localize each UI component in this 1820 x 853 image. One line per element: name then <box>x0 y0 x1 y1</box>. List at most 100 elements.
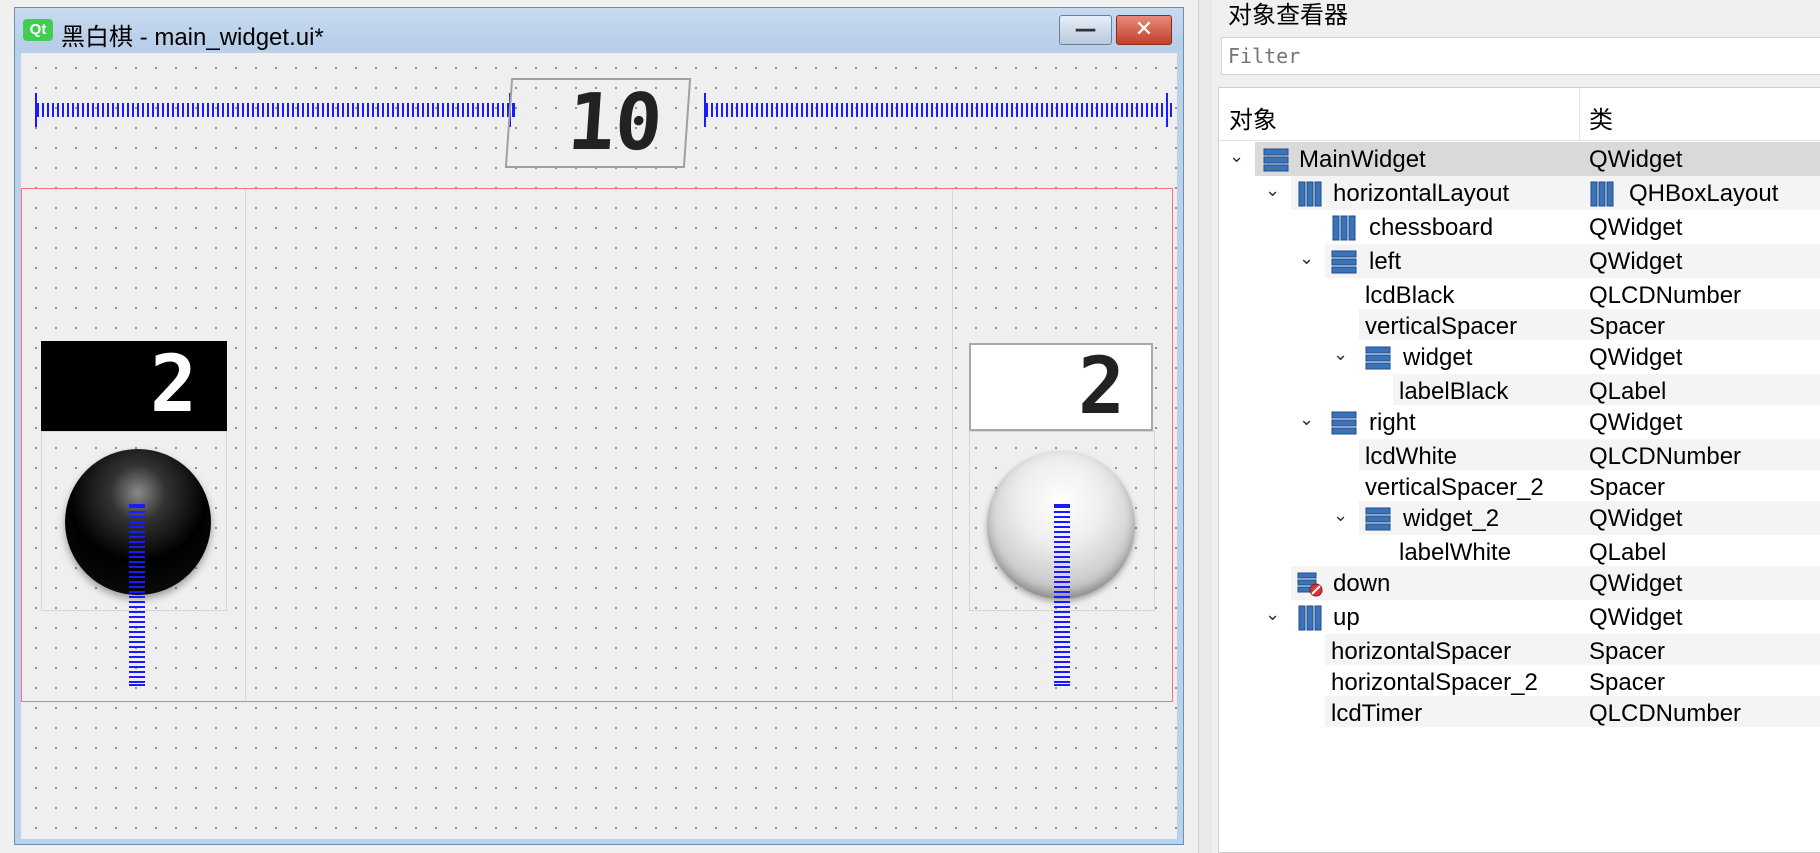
form-canvas[interactable]: 10 2 2 <box>21 53 1177 839</box>
vertical-layout-widget-icon <box>1331 411 1357 435</box>
object-name: widget_2 <box>1403 505 1500 532</box>
object-name: horizontalLayout <box>1333 180 1510 207</box>
chevron-down-icon[interactable]: ⌄ <box>1265 604 1285 624</box>
vertical-spacer-right[interactable] <box>1054 504 1070 686</box>
column-separator <box>1579 88 1580 140</box>
vertical-layout-widget-icon <box>1263 148 1289 172</box>
horizontal-layout-icon <box>1590 181 1614 207</box>
object-name: verticalSpacer <box>1365 313 1518 340</box>
tree-row-verticalspacer[interactable]: verticalSpacer Spacer <box>1219 309 1820 340</box>
object-name: lcdWhite <box>1365 443 1458 470</box>
lcd-black[interactable]: 2 <box>41 341 227 431</box>
tree-row-right[interactable]: ⌄ right QWidget <box>1219 405 1820 439</box>
window-titlebar[interactable]: Qt 黑白棋 - main_widget.ui* — ✕ <box>15 8 1183 51</box>
object-class: QWidget <box>1589 570 1683 597</box>
vertical-layout-widget-icon <box>1365 346 1391 370</box>
chevron-down-icon[interactable]: ⌄ <box>1299 409 1319 429</box>
object-name: up <box>1333 604 1360 631</box>
object-name: left <box>1369 248 1402 275</box>
filter-input[interactable] <box>1221 37 1820 75</box>
horizontal-spacer-right[interactable] <box>704 103 1172 117</box>
object-name: lcdBlack <box>1365 282 1455 309</box>
tree-row-chessboard[interactable]: chessboard QWidget <box>1219 210 1820 244</box>
object-class: Spacer <box>1589 669 1666 696</box>
chevron-down-icon[interactable]: ⌄ <box>1333 505 1353 525</box>
tree-row-horizontalspacer-2[interactable]: horizontalSpacer_2 Spacer <box>1219 665 1820 696</box>
chevron-down-icon[interactable]: ⌄ <box>1229 146 1249 166</box>
spacer-end-tick <box>35 93 37 127</box>
vertical-layout-widget-icon <box>1331 250 1357 274</box>
tree-row-down[interactable]: down QWidget <box>1219 566 1820 600</box>
close-icon: ✕ <box>1134 17 1154 42</box>
qt-logo-icon: Qt <box>23 19 53 41</box>
object-class: QHBoxLayout <box>1629 180 1779 207</box>
column-header-object[interactable]: 对象 <box>1229 100 1277 135</box>
column-header-class[interactable]: 类 <box>1589 100 1613 135</box>
object-tree[interactable]: 对象 类 ⌄ MainWidget QWidget ⌄ horizontalLa… <box>1218 87 1820 853</box>
object-class: QWidget <box>1589 409 1683 436</box>
tree-row-labelblack[interactable]: labelBlack QLabel <box>1219 374 1820 405</box>
form-window: Qt 黑白棋 - main_widget.ui* — ✕ 10 2 2 <box>14 7 1184 845</box>
minimize-icon: — <box>1074 17 1097 42</box>
object-class: QLCDNumber <box>1589 700 1742 727</box>
object-class: QWidget <box>1589 604 1683 631</box>
horizontal-layout-icon <box>1298 605 1322 631</box>
object-name: lcdTimer <box>1331 700 1423 727</box>
horizontal-layout-icon <box>1298 181 1322 207</box>
object-name: horizontalSpacer_2 <box>1331 669 1538 696</box>
panel-divider <box>952 189 953 701</box>
horizontal-spacer-left[interactable] <box>35 103 515 117</box>
spacer-end-tick <box>704 93 706 127</box>
chevron-down-icon[interactable]: ⌄ <box>1265 180 1285 200</box>
window-title: 黑白棋 - main_widget.ui* <box>61 24 324 51</box>
tree-row-verticalspacer-2[interactable]: verticalSpacer_2 Spacer <box>1219 470 1820 501</box>
object-class: QWidget <box>1589 505 1683 532</box>
tree-row-up[interactable]: ⌄ up QWidget <box>1219 600 1820 634</box>
tree-row-widget-2[interactable]: ⌄ widget_2 QWidget <box>1219 501 1820 535</box>
horizontal-layout-icon <box>1332 215 1356 241</box>
object-class: Spacer <box>1589 638 1666 665</box>
lcd-white[interactable]: 2 <box>969 343 1153 431</box>
object-class: Spacer <box>1589 474 1666 501</box>
tree-row-lcdblack[interactable]: lcdBlack QLCDNumber <box>1219 278 1820 309</box>
tree-row-horizontallayout[interactable]: ⌄ horizontalLayout QHBoxLayout <box>1219 176 1820 210</box>
lcd-timer[interactable]: 10 <box>504 78 692 168</box>
minimize-button[interactable]: — <box>1059 15 1112 45</box>
inspector-title: 对象查看器 <box>1228 2 1348 29</box>
object-class: Spacer <box>1589 313 1666 340</box>
object-name: MainWidget <box>1299 146 1426 173</box>
object-name: down <box>1333 570 1391 597</box>
tree-header: 对象 类 <box>1219 88 1820 141</box>
object-name: labelWhite <box>1399 539 1512 566</box>
object-class: QLabel <box>1589 378 1667 405</box>
object-name: labelBlack <box>1399 378 1509 405</box>
object-class: QWidget <box>1589 214 1683 241</box>
tree-row-mainwidget[interactable]: ⌄ MainWidget QWidget <box>1219 142 1820 176</box>
tree-row-horizontalspacer[interactable]: horizontalSpacer Spacer <box>1219 634 1820 665</box>
tree-row-widget[interactable]: ⌄ widget QWidget <box>1219 340 1820 374</box>
tree-row-lcdwhite[interactable]: lcdWhite QLCDNumber <box>1219 439 1820 470</box>
object-inspector: 对象查看器 对象 类 ⌄ MainWidget QWidget ⌄ <box>1212 0 1820 853</box>
chevron-down-icon[interactable]: ⌄ <box>1299 248 1319 268</box>
horizontal-layout[interactable]: 2 2 <box>21 188 1173 702</box>
tree-row-left[interactable]: ⌄ left QWidget <box>1219 244 1820 278</box>
chevron-down-icon[interactable]: ⌄ <box>1333 344 1353 364</box>
splitter-handle[interactable] <box>1198 0 1213 853</box>
vertical-spacer-left[interactable] <box>129 504 145 686</box>
object-name: verticalSpacer_2 <box>1365 474 1544 501</box>
object-name: chessboard <box>1369 214 1494 241</box>
object-class: QLCDNumber <box>1589 282 1742 309</box>
vertical-layout-widget-icon <box>1365 507 1391 531</box>
spacer-end-tick <box>1166 93 1168 127</box>
object-name: horizontalSpacer <box>1331 638 1512 665</box>
tree-row-lcdtimer[interactable]: lcdTimer QLCDNumber <box>1219 696 1820 727</box>
object-name: right <box>1369 409 1416 436</box>
chessboard[interactable] <box>246 189 952 701</box>
tree-row-labelwhite[interactable]: labelWhite QLabel <box>1219 535 1820 566</box>
broken-layout-icon <box>1297 572 1323 597</box>
object-class: QLabel <box>1589 539 1667 566</box>
object-class: QWidget <box>1589 248 1683 275</box>
object-class: QLCDNumber <box>1589 443 1742 470</box>
close-button[interactable]: ✕ <box>1116 15 1172 45</box>
object-class: QWidget <box>1589 344 1683 371</box>
